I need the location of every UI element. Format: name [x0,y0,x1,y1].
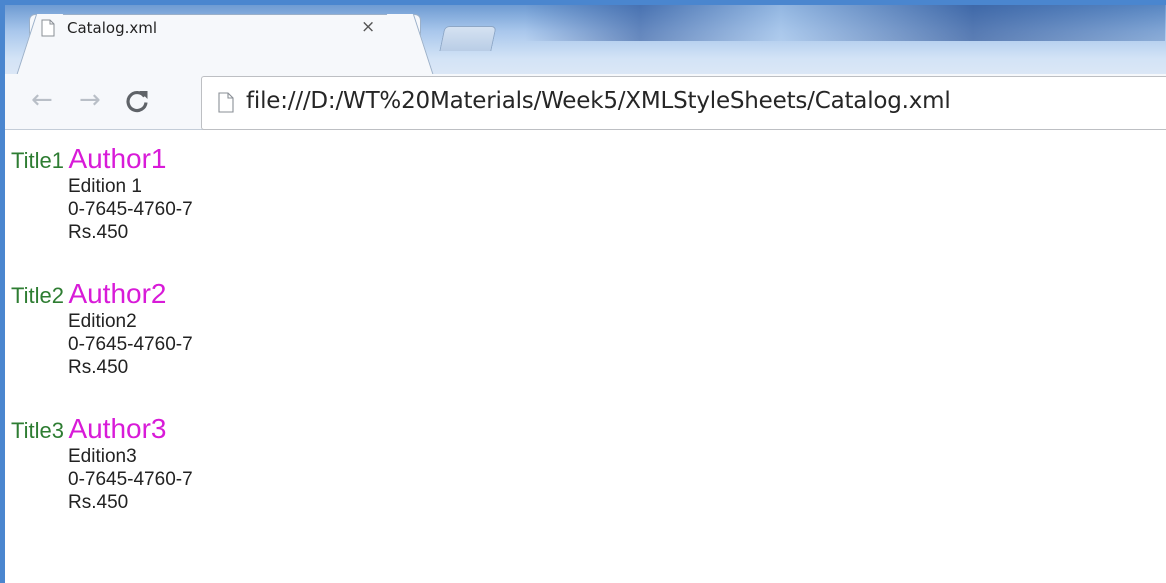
address-bar[interactable]: file:///D:/WT%20Materials/Week5/XMLStyle… [201,76,1166,130]
book-edition: Edition 1 [68,176,142,197]
book-title: Title3 [11,418,64,443]
new-tab-button[interactable] [439,26,497,51]
book-heading: Title3 Author3 [11,413,193,445]
forward-arrow-icon[interactable]: → [79,86,101,114]
book-entry: Title2 Author2 Edition2 0-7645-4760-7 Rs… [11,278,193,379]
book-isbn: 0-7645-4760-7 [68,334,193,355]
book-edition: Edition2 [68,311,137,332]
book-author: Author1 [68,143,167,174]
reload-icon[interactable] [123,87,151,115]
browser-window: Catalog.xml × ← → file:///D:/WT%20Materi… [0,0,1166,583]
book-isbn: 0-7645-4760-7 [68,469,193,490]
title-bar-background [525,5,1165,41]
url-text[interactable]: file:///D:/WT%20Materials/Week5/XMLStyle… [246,88,951,114]
page-icon [218,92,234,113]
page-content: Title1 Author1 Edition 1 0-7645-4760-7 R… [5,131,1166,583]
book-entry: Title3 Author3 Edition3 0-7645-4760-7 Rs… [11,413,193,514]
book-edition: Edition3 [68,446,137,467]
book-heading: Title2 Author2 [11,278,193,310]
tab-title: Catalog.xml [67,19,158,37]
tab-strip: Catalog.xml × [5,5,1166,76]
tab-close-icon[interactable]: × [361,17,375,37]
page-icon [41,19,55,37]
book-title: Title1 [11,148,64,173]
book-entry: Title1 Author1 Edition 1 0-7645-4760-7 R… [11,143,193,244]
book-heading: Title1 Author1 [11,143,193,175]
book-isbn: 0-7645-4760-7 [68,199,193,220]
book-author: Author2 [68,278,167,309]
book-price: Rs.450 [68,492,129,513]
book-price: Rs.450 [68,357,129,378]
browser-toolbar: ← → file:///D:/WT%20Materials/Week5/XMLS… [5,74,1166,130]
back-arrow-icon[interactable]: ← [31,86,53,114]
book-title: Title2 [11,283,64,308]
book-author: Author3 [68,413,167,444]
book-price: Rs.450 [68,222,129,243]
